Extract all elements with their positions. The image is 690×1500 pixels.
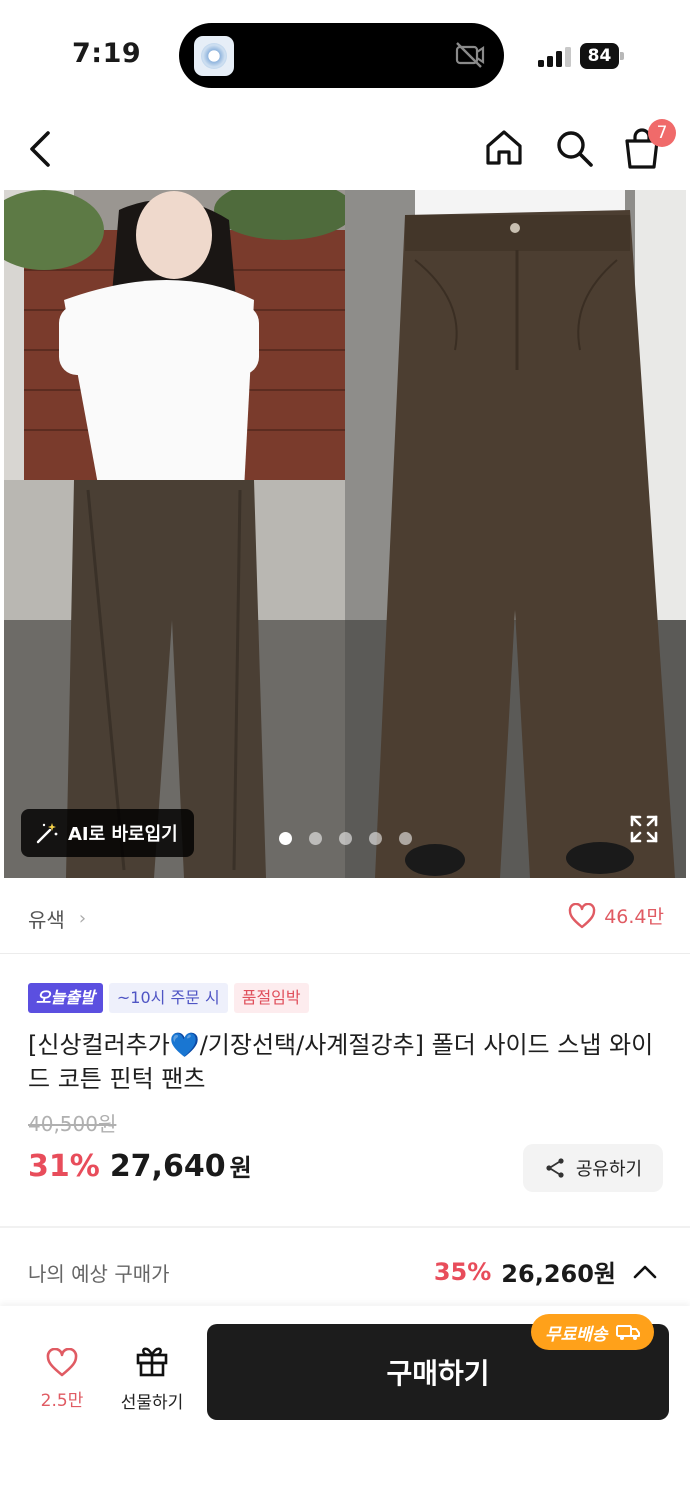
heart-outline-icon xyxy=(568,902,596,928)
home-icon[interactable] xyxy=(483,127,525,169)
currency-unit: 원 xyxy=(229,1154,252,1182)
like-button[interactable]: 46.4만 xyxy=(568,902,664,929)
share-button[interactable]: 공유하기 xyxy=(523,1144,663,1192)
battery-indicator: 84 xyxy=(580,43,624,69)
tag-ship-today: 오늘출발 xyxy=(28,983,103,1013)
cart-count-badge: 7 xyxy=(648,119,676,147)
price-row: 31% 27,640 원 xyxy=(28,1148,252,1184)
expected-price-row[interactable]: 나의 예상 구매가 35% 26,260원 xyxy=(0,1228,690,1306)
chevron-right-icon: › xyxy=(78,908,87,929)
like-count: 46.4만 xyxy=(604,906,664,928)
status-bar: 7:19 84 xyxy=(0,0,690,105)
carousel-dot[interactable] xyxy=(369,832,382,845)
chevron-up-icon[interactable] xyxy=(632,1262,658,1282)
share-label: 공유하기 xyxy=(575,1159,643,1180)
top-navigation: 7 xyxy=(0,105,690,190)
gift-label: 선물하기 xyxy=(120,1393,184,1413)
expected-price-label: 나의 예상 구매가 xyxy=(28,1262,170,1286)
gift-icon xyxy=(136,1347,168,1377)
expected-price: 26,260원 xyxy=(501,1260,616,1288)
carousel-dot[interactable] xyxy=(339,832,352,845)
screen-record-off-icon xyxy=(455,42,485,68)
color-option-link[interactable]: 유색 › xyxy=(28,904,86,933)
carousel-indicator xyxy=(279,832,412,845)
fullscreen-expand-icon[interactable] xyxy=(629,814,659,844)
expected-discount-rate: 35% xyxy=(433,1257,492,1286)
back-arrow-icon[interactable] xyxy=(22,127,62,171)
product-image-carousel[interactable]: AI로 바로입기 xyxy=(4,190,686,878)
product-title: [신상컬러추가💙/기장선택/사계절강추] 폴더 사이드 스냅 와이드 코튼 핀턱… xyxy=(28,1031,654,1093)
free-shipping-label: 무료배송 xyxy=(545,1324,608,1345)
share-icon xyxy=(546,1158,564,1178)
carousel-dot[interactable] xyxy=(279,832,292,845)
ai-try-on-label: AI로 바로입기 xyxy=(68,824,178,845)
product-photo-closeup xyxy=(345,190,686,878)
free-shipping-badge: 무료배송 xyxy=(531,1314,654,1350)
expected-price-value: 35% 26,260원 xyxy=(434,1254,658,1289)
delivery-truck-icon xyxy=(615,1325,640,1340)
ai-try-on-button[interactable]: AI로 바로입기 xyxy=(21,809,194,857)
buy-label: 구매하기 xyxy=(386,1357,490,1390)
dynamic-island xyxy=(179,23,504,88)
cellular-signal-icon xyxy=(538,47,571,67)
sale-price: 27,640 xyxy=(109,1149,226,1184)
search-icon[interactable] xyxy=(553,127,595,169)
carousel-dot[interactable] xyxy=(399,832,412,845)
gift-button[interactable]: 선물하기 xyxy=(112,1342,192,1413)
app-thumbnail-icon xyxy=(194,36,234,76)
status-time: 7:19 xyxy=(72,38,142,69)
magic-wand-icon xyxy=(36,823,58,844)
battery-level: 84 xyxy=(580,43,619,69)
carousel-dot[interactable] xyxy=(309,832,322,845)
product-photo-model xyxy=(4,190,345,878)
tag-almost-sold-out: 품절임박 xyxy=(233,983,309,1013)
heart-outline-icon xyxy=(46,1348,78,1377)
product-meta-row: 유색 › 46.4만 xyxy=(0,878,690,954)
product-tags: 오늘출발 ~10시 주문 시 품절임박 xyxy=(28,983,309,1013)
wishlist-count: 2.5만 xyxy=(40,1391,84,1411)
original-price: 40,500원 xyxy=(28,1112,117,1136)
color-option-label: 유색 xyxy=(28,908,65,932)
wishlist-button[interactable]: 2.5만 xyxy=(36,1342,88,1411)
bottom-action-bar: 2.5만 선물하기 구매하기 무료배송 xyxy=(0,1306,690,1500)
tag-order-cutoff: ~10시 주문 시 xyxy=(108,983,228,1013)
battery-tip xyxy=(620,52,624,60)
discount-rate: 31% xyxy=(28,1149,100,1184)
